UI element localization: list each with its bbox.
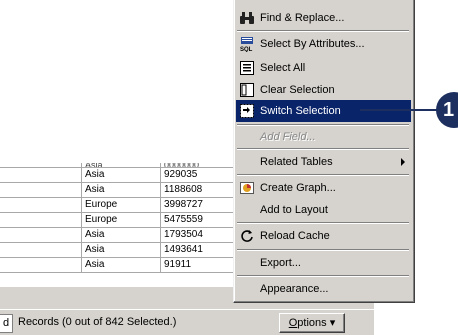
table-cell[interactable] <box>0 242 82 258</box>
table-cell[interactable] <box>0 167 82 183</box>
menu-separator <box>237 148 409 150</box>
table-cell[interactable]: Asia <box>81 227 161 243</box>
menu-item-add-field: Add Field... <box>236 126 411 148</box>
menu-item-label: Reload Cache <box>260 230 330 242</box>
records-count-label: Records (0 out of 842 Selected.) <box>18 316 177 328</box>
table-cell[interactable]: Asia <box>81 167 161 183</box>
table-cell[interactable]: Europe <box>81 212 161 228</box>
table-row[interactable]: Europe 3998727 <box>0 197 238 213</box>
table-cell[interactable] <box>0 212 82 228</box>
table-cell[interactable] <box>0 257 82 273</box>
status-bar: d Records (0 out of 842 Selected.) Optio… <box>0 309 374 335</box>
select-all-icon <box>239 60 255 76</box>
table-row[interactable]: Asia 1793504 <box>0 227 238 243</box>
menu-item-label: Select All <box>260 62 306 74</box>
menu-separator <box>237 30 409 32</box>
table-cell[interactable]: 1493641 <box>160 242 238 258</box>
menu-item-reload-cache[interactable]: Reload Cache <box>236 225 411 247</box>
table-cell[interactable] <box>0 227 82 243</box>
table-cell[interactable]: 5475559 <box>160 212 238 228</box>
clear-selection-icon <box>239 82 255 98</box>
graph-icon <box>239 180 255 196</box>
table-cell[interactable]: Europe <box>81 197 161 213</box>
options-mnemonic: O <box>288 317 298 329</box>
menu-item-find-replace[interactable]: Find & Replace... <box>236 7 411 29</box>
table-row[interactable]: Asia 1188608 <box>0 182 238 198</box>
table-row[interactable]: Asia 91911 <box>0 257 238 273</box>
table-row[interactable]: Asia 929035 <box>0 167 238 183</box>
menu-item-select-by-attributes[interactable]: SQL Select By Attributes... <box>236 33 411 55</box>
menu-separator <box>237 275 409 277</box>
menu-separator <box>237 222 409 224</box>
table-cell[interactable] <box>0 182 82 198</box>
menu-item-export[interactable]: Export... <box>236 252 411 274</box>
table-cell[interactable]: 929035 <box>160 167 238 183</box>
menu-item-appearance[interactable]: Appearance... <box>236 278 411 300</box>
svg-text:SQL: SQL <box>240 47 253 52</box>
options-button[interactable]: Options ▾ <box>279 313 345 333</box>
binoculars-icon <box>239 10 255 26</box>
menu-item-label: Select By Attributes... <box>260 38 365 50</box>
menu-item-clear-selection[interactable]: Clear Selection <box>236 79 411 101</box>
options-menu: Find & Replace... SQL Select By Attribut… <box>233 0 415 303</box>
menu-item-label: Add to Layout <box>260 204 328 216</box>
menu-item-label: Appearance... <box>260 283 329 295</box>
table-cell[interactable]: Asia <box>81 257 161 273</box>
table-cell[interactable]: 1188608 <box>160 182 238 198</box>
record-nav-button[interactable]: d <box>0 314 13 333</box>
table-cell[interactable]: 91911 <box>160 257 238 273</box>
sql-icon: SQL <box>239 36 255 53</box>
table-row[interactable]: Asia 1493641 <box>0 242 238 258</box>
table-cell[interactable]: 1793504 <box>160 227 238 243</box>
attribute-grid: Asia 0000000 Asia 929035 Asia 1188608 Eu… <box>0 163 238 273</box>
menu-item-label: Find & Replace... <box>260 12 345 24</box>
menu-item-select-all[interactable]: Select All <box>236 57 411 79</box>
table-cell[interactable]: Asia <box>81 182 161 198</box>
menu-item-label: Related Tables <box>260 156 333 168</box>
menu-item-add-to-layout[interactable]: Add to Layout <box>236 199 411 221</box>
menu-item-label: Create Graph... <box>260 182 336 194</box>
table-cell[interactable]: 3998727 <box>160 197 238 213</box>
options-label: ptions <box>297 317 327 329</box>
table-row[interactable]: Europe 5475559 <box>0 212 238 228</box>
menu-item-related-tables[interactable]: Related Tables <box>236 151 411 173</box>
options-arrow-icon: ▾ <box>329 317 336 329</box>
table-cell[interactable] <box>0 197 82 213</box>
menu-item-label: Export... <box>260 257 301 269</box>
table-cell[interactable]: Asia <box>81 242 161 258</box>
menu-item-label: Clear Selection <box>260 84 335 96</box>
submenu-arrow-icon <box>401 158 405 166</box>
reload-icon <box>239 228 255 244</box>
menu-item-label: Switch Selection <box>260 105 341 117</box>
menu-item-create-graph[interactable]: Create Graph... <box>236 177 411 199</box>
callout-leader-line <box>360 109 440 111</box>
menu-separator <box>237 174 409 176</box>
menu-item-switch-selection[interactable]: Switch Selection <box>236 100 411 122</box>
menu-item-label: Add Field... <box>260 131 316 143</box>
callout-number-badge: 1 <box>436 92 458 128</box>
menu-separator <box>237 249 409 251</box>
switch-selection-icon <box>239 103 255 119</box>
